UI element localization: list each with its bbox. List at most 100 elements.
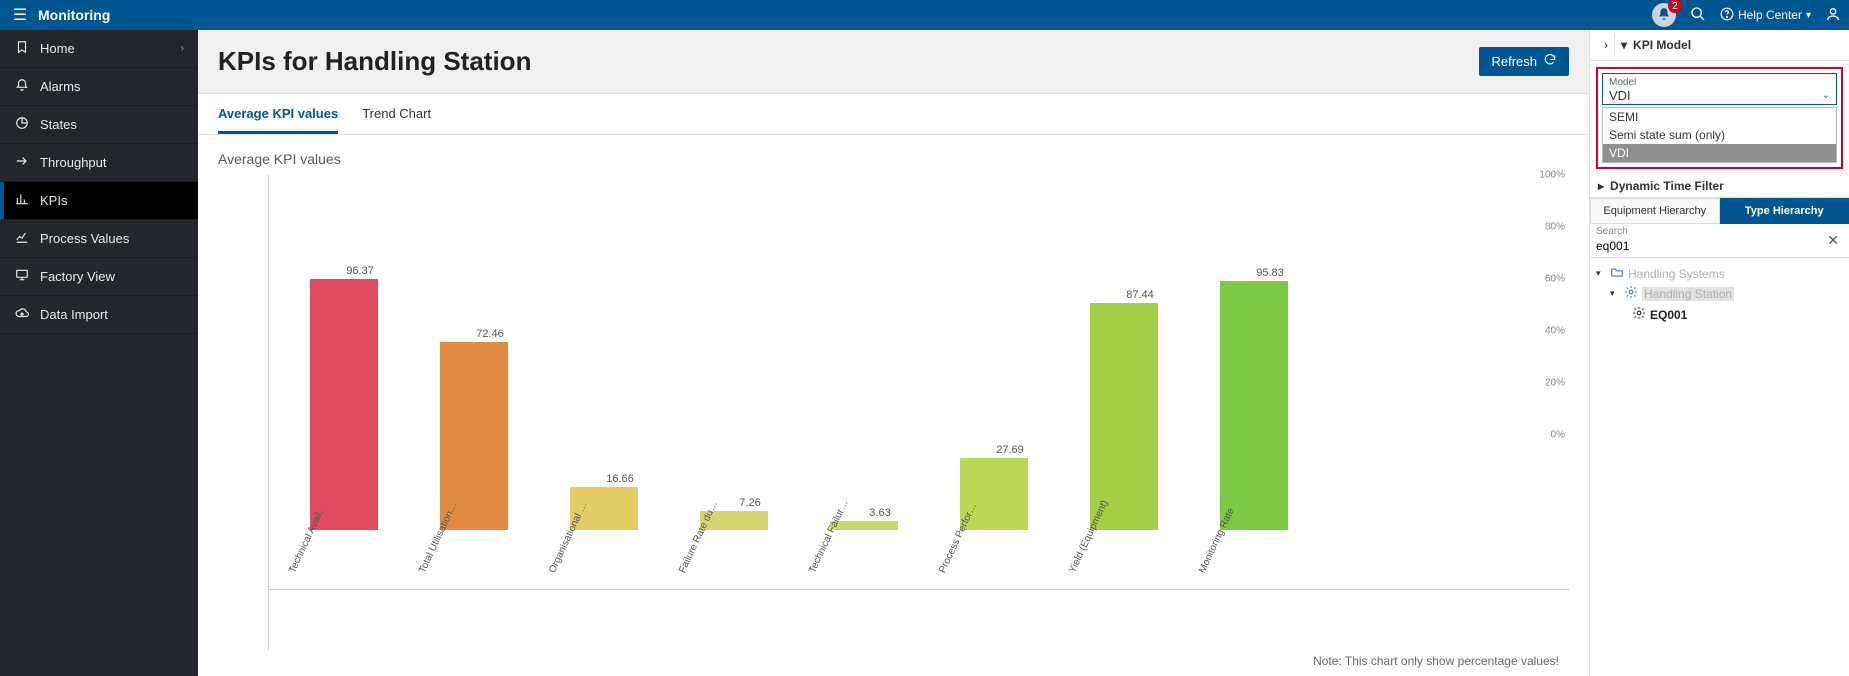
hierarchy-tabs: Equipment Hierarchy Type Hierarchy: [1590, 198, 1849, 224]
bar-value-label: 27.69: [960, 444, 1060, 456]
y-axis-tick: 20%: [1545, 378, 1565, 389]
sidebar-item-label: Throughput: [40, 155, 107, 170]
sidebar-item-label: Data Import: [40, 307, 108, 322]
y-axis-tick: 60%: [1545, 274, 1565, 285]
bar-group: 7.26Failure Rate due…: [689, 175, 779, 590]
bar-group: 95.83Monitoring Rate: [1209, 175, 1299, 590]
model-selected-value: VDI: [1609, 88, 1631, 103]
tab-type-hierarchy[interactable]: Type Hierarchy: [1720, 198, 1849, 224]
bar[interactable]: 87.44: [1090, 303, 1158, 530]
help-label: Help Center: [1738, 8, 1802, 22]
gear-icon: [1624, 285, 1638, 302]
bar-group: 3.63Technical Failure…: [819, 175, 909, 590]
notifications-button[interactable]: 2: [1652, 3, 1676, 27]
bar-value-label: 16.66: [570, 473, 670, 485]
chevron-down-icon: ▾: [1806, 10, 1811, 21]
model-field-label: Model: [1609, 77, 1830, 88]
x-axis-category-label: Technical Availab…: [287, 498, 331, 575]
model-select[interactable]: Model VDI ⌄: [1602, 73, 1837, 105]
sidebar-item-throughput[interactable]: Throughput: [0, 144, 198, 182]
x-axis-category-label: Total Utilisation…: [417, 498, 461, 575]
chevron-down-icon[interactable]: ⌄: [1822, 90, 1830, 101]
x-axis-category-label: Failure Rate due…: [677, 498, 721, 575]
clear-search-button[interactable]: ✕: [1823, 232, 1843, 249]
panel-title: Average KPI values: [218, 143, 1569, 175]
bell-icon: [14, 78, 30, 95]
arrow-right-icon: [14, 154, 30, 171]
bookmark-icon: [14, 40, 30, 57]
bar-group: 87.44Yield (Equipment): [1079, 175, 1169, 590]
chart-note: Note: This chart only show percentage va…: [218, 650, 1569, 676]
monitor-icon: [14, 268, 30, 285]
refresh-icon: [1543, 53, 1557, 70]
sidebar-item-label: States: [40, 117, 77, 132]
sidebar-item-home[interactable]: Home ›: [0, 30, 198, 68]
sidebar-item-label: Home: [40, 41, 75, 56]
sidebar-item-label: KPIs: [40, 193, 67, 208]
tab-equipment-hierarchy[interactable]: Equipment Hierarchy: [1590, 198, 1720, 224]
right-panel: › ▾ KPI Model Model VDI ⌄ SEMI Semi stat…: [1589, 30, 1849, 676]
kpi-model-section-header: › ▾ KPI Model: [1590, 30, 1849, 61]
line-chart-icon: [14, 230, 30, 247]
model-option-semi-state-sum[interactable]: Semi state sum (only): [1603, 126, 1836, 144]
search-label: Search: [1596, 226, 1823, 237]
page-header: KPIs for Handling Station Refresh: [198, 30, 1589, 94]
tree-expand-icon[interactable]: ▾: [1610, 288, 1620, 299]
sidebar-item-process-values[interactable]: Process Values: [0, 220, 198, 258]
refresh-button[interactable]: Refresh: [1479, 47, 1569, 76]
tree-node-handling-station[interactable]: ▾ Handling Station: [1596, 283, 1843, 304]
sidebar-item-factory-view[interactable]: Factory View: [0, 258, 198, 296]
cloud-upload-icon: [14, 306, 30, 323]
tree-expand-icon[interactable]: ▾: [1596, 268, 1606, 279]
folder-icon: [1610, 266, 1624, 281]
x-axis-category-label: Yield (Equipment): [1067, 498, 1111, 575]
caret-down-icon[interactable]: ▾: [1621, 38, 1627, 52]
help-icon: [1720, 7, 1734, 24]
sidebar-item-data-import[interactable]: Data Import: [0, 296, 198, 334]
refresh-label: Refresh: [1491, 54, 1537, 69]
chart: 96.37Technical Availab…72.46Total Utilis…: [218, 175, 1569, 650]
hamburger-icon[interactable]: ☰: [8, 5, 32, 25]
x-axis-category-label: Monitoring Rate: [1197, 498, 1241, 575]
sidebar-item-states[interactable]: States: [0, 106, 198, 144]
pie-icon: [14, 116, 30, 133]
x-axis-category-label: Process Performance: [937, 498, 981, 575]
dynamic-time-filter-header[interactable]: ▸ Dynamic Time Filter: [1590, 175, 1849, 198]
bar-group: 96.37Technical Availab…: [299, 175, 389, 590]
bar-value-label: 96.37: [310, 265, 410, 277]
y-axis-tick: 0%: [1551, 430, 1565, 441]
bar-group: 72.46Total Utilisation…: [429, 175, 519, 590]
chevron-right-icon: ›: [181, 43, 184, 54]
page-title: KPIs for Handling Station: [218, 46, 531, 77]
topbar: ☰ Monitoring 2 Help Center ▾: [0, 0, 1849, 30]
bar[interactable]: 96.37: [310, 279, 378, 530]
notifications-badge: 2: [1668, 0, 1682, 13]
hierarchy-tree: ▾ Handling Systems ▾ Handling Station: [1590, 258, 1849, 331]
model-dropdown: SEMI Semi state sum (only) VDI: [1602, 107, 1837, 163]
tree-node-label: Handling Systems: [1628, 267, 1725, 281]
search-icon[interactable]: [1690, 6, 1706, 25]
x-axis-category-label: Technical Failure…: [807, 498, 851, 575]
sidebar-item-kpis[interactable]: KPIs: [0, 182, 198, 220]
kpi-model-label: KPI Model: [1633, 38, 1691, 52]
bar[interactable]: 95.83: [1220, 281, 1288, 530]
tabs: Average KPI values Trend Chart: [198, 94, 1589, 135]
sidebar-item-label: Factory View: [40, 269, 115, 284]
y-axis-tick: 80%: [1545, 222, 1565, 233]
help-center-link[interactable]: Help Center ▾: [1720, 7, 1811, 24]
bar-chart-icon: [14, 192, 30, 209]
tab-trend-chart[interactable]: Trend Chart: [362, 94, 431, 134]
model-option-semi[interactable]: SEMI: [1603, 108, 1836, 126]
tree-node-eq001[interactable]: EQ001: [1596, 304, 1843, 325]
user-icon[interactable]: [1825, 6, 1841, 25]
gear-icon: [1632, 306, 1646, 323]
y-axis-tick: 40%: [1545, 326, 1565, 337]
bar-group: 16.66Organisational Fa…: [559, 175, 649, 590]
bar-value-label: 87.44: [1090, 289, 1190, 301]
model-option-vdi[interactable]: VDI: [1603, 144, 1836, 162]
search-input[interactable]: [1596, 237, 1823, 255]
collapse-panel-button[interactable]: ›: [1598, 34, 1615, 56]
sidebar-item-alarms[interactable]: Alarms: [0, 68, 198, 106]
tree-node-handling-systems[interactable]: ▾ Handling Systems: [1596, 264, 1843, 283]
tab-average-kpi[interactable]: Average KPI values: [218, 94, 338, 134]
